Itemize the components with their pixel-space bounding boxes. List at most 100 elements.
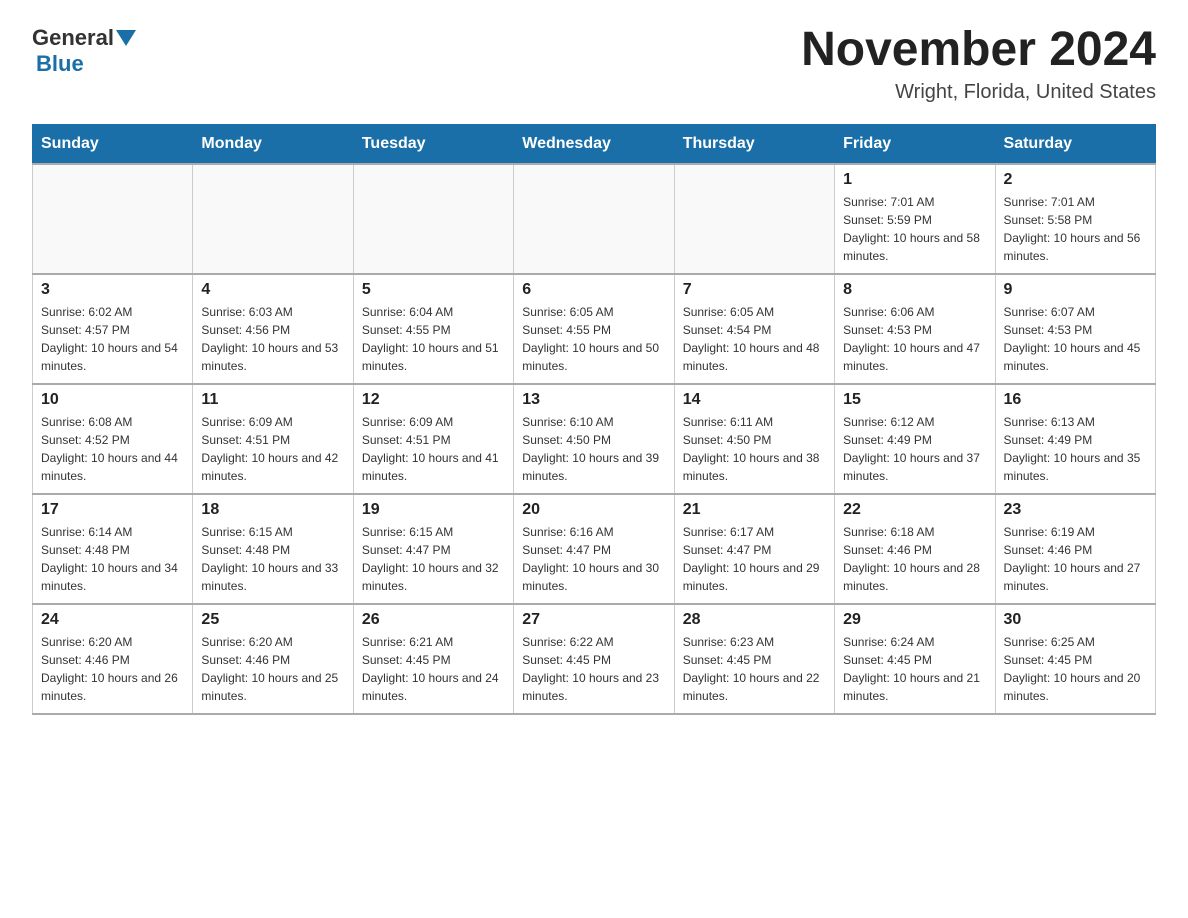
calendar-cell: 16 Sunrise: 6:13 AMSunset: 4:49 PMDayligh… <box>995 384 1155 494</box>
logo-triangle-icon <box>116 30 136 46</box>
logo-blue-text: Blue <box>36 51 84 76</box>
day-number: 8 <box>843 281 986 299</box>
day-info: Sunrise: 6:03 AMSunset: 4:56 PMDaylight:… <box>201 303 344 375</box>
month-title: November 2024 <box>801 24 1156 77</box>
day-info: Sunrise: 6:19 AMSunset: 4:46 PMDaylight:… <box>1004 523 1147 595</box>
calendar-cell: 29 Sunrise: 6:24 AMSunset: 4:45 PMDayligh… <box>835 604 995 714</box>
day-info: Sunrise: 7:01 AMSunset: 5:58 PMDaylight:… <box>1004 193 1147 265</box>
day-number: 11 <box>201 391 344 409</box>
day-number: 13 <box>522 391 665 409</box>
day-info: Sunrise: 6:25 AMSunset: 4:45 PMDaylight:… <box>1004 633 1147 705</box>
weekday-header-tuesday: Tuesday <box>353 124 513 164</box>
day-info: Sunrise: 6:13 AMSunset: 4:49 PMDaylight:… <box>1004 413 1147 485</box>
day-info: Sunrise: 6:10 AMSunset: 4:50 PMDaylight:… <box>522 413 665 485</box>
calendar-cell: 7 Sunrise: 6:05 AMSunset: 4:54 PMDaylight… <box>674 274 834 384</box>
calendar-cell: 23 Sunrise: 6:19 AMSunset: 4:46 PMDayligh… <box>995 494 1155 604</box>
calendar-cell: 22 Sunrise: 6:18 AMSunset: 4:46 PMDayligh… <box>835 494 995 604</box>
logo: General Blue <box>32 24 136 77</box>
day-number: 14 <box>683 391 826 409</box>
calendar-cell: 9 Sunrise: 6:07 AMSunset: 4:53 PMDaylight… <box>995 274 1155 384</box>
day-number: 20 <box>522 501 665 519</box>
calendar-cell: 6 Sunrise: 6:05 AMSunset: 4:55 PMDaylight… <box>514 274 674 384</box>
calendar-cell: 12 Sunrise: 6:09 AMSunset: 4:51 PMDayligh… <box>353 384 513 494</box>
calendar-cell: 1 Sunrise: 7:01 AMSunset: 5:59 PMDaylight… <box>835 164 995 274</box>
day-number: 3 <box>41 281 184 299</box>
calendar-week-row: 17 Sunrise: 6:14 AMSunset: 4:48 PMDayligh… <box>33 494 1156 604</box>
day-number: 1 <box>843 171 986 189</box>
day-number: 29 <box>843 611 986 629</box>
day-number: 10 <box>41 391 184 409</box>
calendar-cell: 25 Sunrise: 6:20 AMSunset: 4:46 PMDayligh… <box>193 604 353 714</box>
calendar-cell: 21 Sunrise: 6:17 AMSunset: 4:47 PMDayligh… <box>674 494 834 604</box>
calendar-week-row: 3Sunrise: 6:02 AMSunset: 4:57 PMDaylight… <box>33 274 1156 384</box>
calendar-cell <box>514 164 674 274</box>
day-number: 12 <box>362 391 505 409</box>
day-info: Sunrise: 6:08 AMSunset: 4:52 PMDaylight:… <box>41 413 184 485</box>
day-info: Sunrise: 6:17 AMSunset: 4:47 PMDaylight:… <box>683 523 826 595</box>
day-info: Sunrise: 6:16 AMSunset: 4:47 PMDaylight:… <box>522 523 665 595</box>
day-number: 21 <box>683 501 826 519</box>
day-number: 22 <box>843 501 986 519</box>
calendar-cell <box>33 164 193 274</box>
day-info: Sunrise: 6:05 AMSunset: 4:54 PMDaylight:… <box>683 303 826 375</box>
calendar-cell <box>674 164 834 274</box>
day-number: 18 <box>201 501 344 519</box>
day-number: 28 <box>683 611 826 629</box>
calendar-cell: 13 Sunrise: 6:10 AMSunset: 4:50 PMDayligh… <box>514 384 674 494</box>
location-title: Wright, Florida, United States <box>801 81 1156 104</box>
day-number: 19 <box>362 501 505 519</box>
calendar-cell: 8Sunrise: 6:06 AMSunset: 4:53 PMDaylight… <box>835 274 995 384</box>
day-info: Sunrise: 6:09 AMSunset: 4:51 PMDaylight:… <box>362 413 505 485</box>
calendar-cell: 28Sunrise: 6:23 AMSunset: 4:45 PMDayligh… <box>674 604 834 714</box>
calendar-cell: 4 Sunrise: 6:03 AMSunset: 4:56 PMDaylight… <box>193 274 353 384</box>
calendar-cell: 26Sunrise: 6:21 AMSunset: 4:45 PMDayligh… <box>353 604 513 714</box>
day-number: 2 <box>1004 171 1147 189</box>
day-number: 24 <box>41 611 184 629</box>
day-number: 15 <box>843 391 986 409</box>
day-info: Sunrise: 6:20 AMSunset: 4:46 PMDaylight:… <box>41 633 184 705</box>
weekday-header-thursday: Thursday <box>674 124 834 164</box>
day-number: 9 <box>1004 281 1147 299</box>
day-info: Sunrise: 6:09 AMSunset: 4:51 PMDaylight:… <box>201 413 344 485</box>
day-info: Sunrise: 6:18 AMSunset: 4:46 PMDaylight:… <box>843 523 986 595</box>
day-info: Sunrise: 6:20 AMSunset: 4:46 PMDaylight:… <box>201 633 344 705</box>
calendar-cell: 30Sunrise: 6:25 AMSunset: 4:45 PMDayligh… <box>995 604 1155 714</box>
page-header: General Blue November 2024 Wright, Flori… <box>32 24 1156 104</box>
day-info: Sunrise: 6:22 AMSunset: 4:45 PMDaylight:… <box>522 633 665 705</box>
day-number: 5 <box>362 281 505 299</box>
day-info: Sunrise: 6:12 AMSunset: 4:49 PMDaylight:… <box>843 413 986 485</box>
day-info: Sunrise: 6:07 AMSunset: 4:53 PMDaylight:… <box>1004 303 1147 375</box>
calendar-cell <box>193 164 353 274</box>
day-number: 27 <box>522 611 665 629</box>
calendar-cell: 27 Sunrise: 6:22 AMSunset: 4:45 PMDayligh… <box>514 604 674 714</box>
weekday-header-monday: Monday <box>193 124 353 164</box>
day-number: 6 <box>522 281 665 299</box>
calendar-week-row: 1 Sunrise: 7:01 AMSunset: 5:59 PMDaylight… <box>33 164 1156 274</box>
day-number: 16 <box>1004 391 1147 409</box>
day-number: 26 <box>362 611 505 629</box>
day-info: Sunrise: 6:15 AMSunset: 4:47 PMDaylight:… <box>362 523 505 595</box>
day-info: Sunrise: 7:01 AMSunset: 5:59 PMDaylight:… <box>843 193 986 265</box>
calendar-cell: 2 Sunrise: 7:01 AMSunset: 5:58 PMDaylight… <box>995 164 1155 274</box>
calendar-cell: 15 Sunrise: 6:12 AMSunset: 4:49 PMDayligh… <box>835 384 995 494</box>
weekday-header-saturday: Saturday <box>995 124 1155 164</box>
day-info: Sunrise: 6:05 AMSunset: 4:55 PMDaylight:… <box>522 303 665 375</box>
day-number: 25 <box>201 611 344 629</box>
day-info: Sunrise: 6:15 AMSunset: 4:48 PMDaylight:… <box>201 523 344 595</box>
day-number: 4 <box>201 281 344 299</box>
calendar-cell: 5 Sunrise: 6:04 AMSunset: 4:55 PMDaylight… <box>353 274 513 384</box>
calendar-cell: 19 Sunrise: 6:15 AMSunset: 4:47 PMDayligh… <box>353 494 513 604</box>
weekday-header-sunday: Sunday <box>33 124 193 164</box>
day-number: 17 <box>41 501 184 519</box>
day-info: Sunrise: 6:24 AMSunset: 4:45 PMDaylight:… <box>843 633 986 705</box>
calendar-cell <box>353 164 513 274</box>
day-info: Sunrise: 6:14 AMSunset: 4:48 PMDaylight:… <box>41 523 184 595</box>
day-info: Sunrise: 6:04 AMSunset: 4:55 PMDaylight:… <box>362 303 505 375</box>
calendar-cell: 24 Sunrise: 6:20 AMSunset: 4:46 PMDayligh… <box>33 604 193 714</box>
weekday-header-wednesday: Wednesday <box>514 124 674 164</box>
day-number: 23 <box>1004 501 1147 519</box>
calendar-table: SundayMondayTuesdayWednesdayThursdayFrid… <box>32 124 1156 715</box>
logo-general-text: General <box>32 25 114 51</box>
calendar-cell: 3Sunrise: 6:02 AMSunset: 4:57 PMDaylight… <box>33 274 193 384</box>
day-number: 7 <box>683 281 826 299</box>
